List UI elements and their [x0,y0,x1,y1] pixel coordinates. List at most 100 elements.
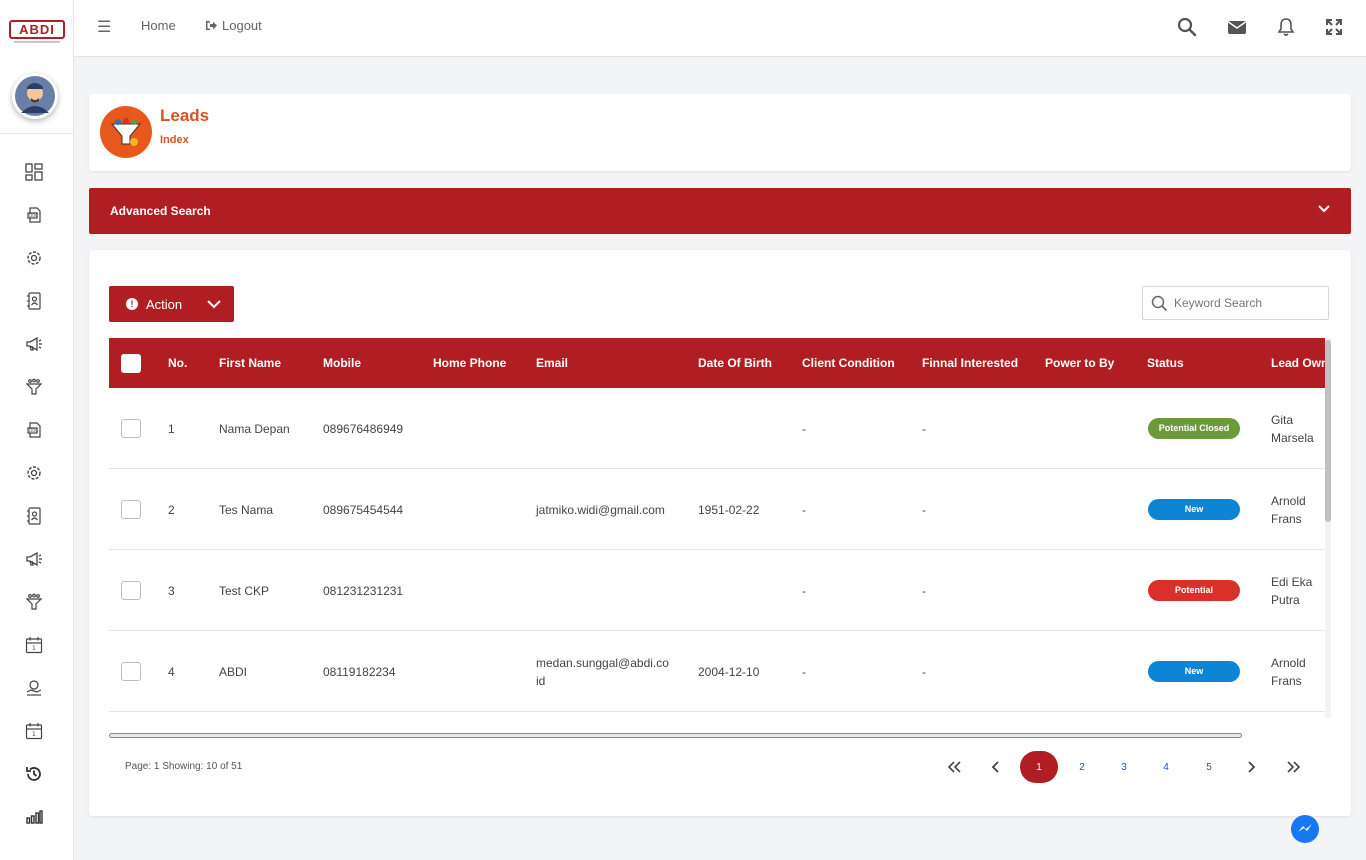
nav-home-link[interactable]: Home [141,18,176,33]
leads-icon [100,106,152,158]
menu-icon[interactable]: ☰ [97,17,111,37]
select-all-checkbox[interactable] [121,354,141,373]
cell-first-name[interactable]: Tes Nama [219,503,273,517]
table-header: No. First Name Mobile Home Phone Email D… [109,338,1328,388]
chevron-down-icon[interactable] [1317,202,1331,219]
action-button[interactable]: ! Action [109,286,234,322]
table-horizontal-scrollbar[interactable] [109,733,1242,738]
megaphone-icon[interactable] [24,334,44,354]
col-email[interactable]: Email [536,356,568,370]
page-info: Page: 1 Showing: 10 of 51 [125,761,243,772]
search-icon[interactable] [1176,16,1198,38]
cell-mobile: 089676486949 [323,422,404,436]
search-icon [1151,295,1168,315]
prev-page-button[interactable] [987,751,1005,783]
cell-finnal-interested: - [922,422,926,436]
table-row[interactable]: 4 ABDI 08119182234 medan.sunggal@abdi.co id 2… [109,631,1328,712]
table-vertical-scroll-thumb[interactable] [1325,340,1331,522]
page-4-button[interactable]: 4 [1157,751,1175,783]
cell-date-of-birth: 1951-02-22 [698,503,760,517]
mail-icon[interactable] [1226,16,1248,38]
status-badge: New [1148,499,1240,520]
col-mobile[interactable]: Mobile [323,356,361,370]
col-power-to-by[interactable]: Power to By [1045,356,1114,370]
chevron-down-icon [206,297,222,314]
cell-email: medan.sunggal@abdi.co [536,656,669,670]
nav-logout-link[interactable]: Logout [205,18,262,33]
breadcrumb[interactable]: Index [160,134,189,146]
bell-icon[interactable] [1275,16,1297,38]
dashboard-icon[interactable] [24,162,44,182]
gear-icon[interactable] [24,248,44,268]
cell-no: 3 [168,584,175,598]
bar-chart-icon[interactable] [24,807,44,827]
messenger-chat-icon[interactable] [1291,815,1319,843]
row-checkbox[interactable] [121,419,141,438]
svg-text:1: 1 [32,645,36,652]
cell-no: 1 [168,422,175,436]
document-icon[interactable]: DOC [24,420,44,440]
col-no[interactable]: No. [168,356,187,370]
document-icon[interactable]: DOC [24,205,44,225]
svg-text:1: 1 [32,731,36,738]
page-2-button[interactable]: 2 [1073,751,1091,783]
col-lead-owner[interactable]: Lead Owner [1271,356,1328,370]
keyword-search-input[interactable] [1174,296,1324,310]
cell-client-condition: - [802,665,806,679]
row-checkbox[interactable] [121,662,141,681]
col-status[interactable]: Status [1147,356,1184,370]
cell-lead-owner-last: Putra [1271,593,1300,607]
col-date-of-birth[interactable]: Date Of Birth [698,356,772,370]
calendar-icon[interactable]: 1 [24,721,44,741]
cell-client-condition: - [802,584,806,598]
page-1-button[interactable]: 1 [1020,751,1058,783]
cell-mobile: 08119182234 [323,665,396,679]
next-page-button[interactable] [1242,751,1260,783]
cell-lead-owner-first: Edi Eka [1271,575,1313,589]
cell-first-name[interactable]: Nama Depan [219,422,290,436]
contact-book-icon[interactable] [24,291,44,311]
table-row[interactable]: 2 Tes Nama 089675454544 jatmiko.widi@gmail.… [109,469,1328,550]
col-first-name[interactable]: First Name [219,356,281,370]
page-5-button[interactable]: 5 [1200,751,1218,783]
logout-label: Logout [222,18,262,33]
calendar-icon[interactable]: 1 [24,635,44,655]
page-3-button[interactable]: 3 [1115,751,1133,783]
cell-date-of-birth: 2004-12-10 [698,665,760,679]
first-page-button[interactable] [942,751,966,783]
cell-finnal-interested: - [922,665,926,679]
cell-client-condition: - [802,422,806,436]
col-home-phone[interactable]: Home Phone [433,356,506,370]
cell-lead-owner-last: Frans [1271,512,1302,526]
last-page-button[interactable] [1282,751,1306,783]
alert-icon: ! [126,298,138,310]
contact-book-icon[interactable] [24,506,44,526]
fullscreen-icon[interactable] [1323,16,1345,38]
funnel-icon[interactable] [24,592,44,612]
cell-first-name[interactable]: Test CKP [219,584,269,598]
col-client-condition[interactable]: Client Condition [802,356,895,370]
status-badge: Potential [1148,580,1240,601]
status-badge: Potential Closed [1148,418,1240,439]
handshake-icon[interactable] [24,678,44,698]
funnel-icon[interactable] [24,377,44,397]
history-icon[interactable] [24,764,44,784]
svg-text:DOC: DOC [29,213,38,218]
page-header-card: Leads Index [89,94,1351,171]
col-finnal-interested[interactable]: Finnal Interested [922,356,1018,370]
row-checkbox[interactable] [121,581,141,600]
cell-no: 4 [168,665,175,679]
megaphone-icon[interactable] [24,549,44,569]
logout-icon [206,21,217,30]
cell-lead-owner-first: Arnold [1271,656,1306,670]
table-row[interactable]: 3 Test CKP 081231231231 - - Potential Edi Eka P… [109,550,1328,631]
gear-icon[interactable] [24,463,44,483]
row-checkbox[interactable] [121,500,141,519]
cell-first-name[interactable]: ABDI [219,665,247,679]
keyword-search[interactable] [1142,286,1329,320]
table-row[interactable]: 1 Nama Depan 089676486949 - - Potential Close… [109,388,1328,469]
sidebar: ABDI DOC DOC 1 1 [0,0,74,860]
advanced-search-panel[interactable]: Advanced Search [89,188,1351,234]
app-logo[interactable]: ABDI [9,20,65,39]
avatar[interactable] [12,73,58,119]
